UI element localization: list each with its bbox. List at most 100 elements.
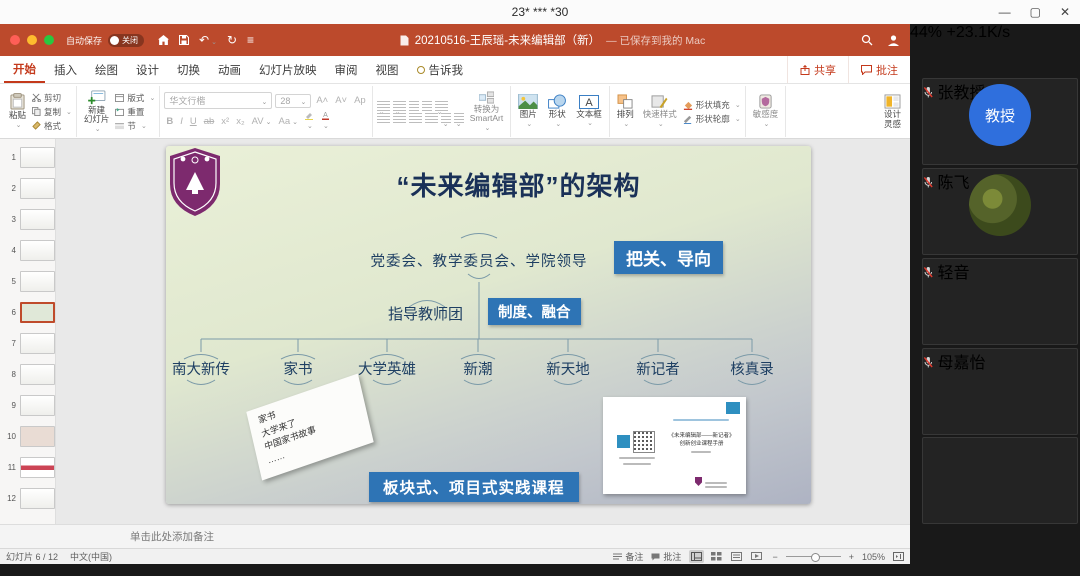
slide-thumbnail-image[interactable] xyxy=(20,364,55,385)
slide-thumbnail[interactable]: 10 xyxy=(0,421,55,452)
redo-icon[interactable]: ↻ xyxy=(227,33,237,47)
change-case-button[interactable]: Aa xyxy=(277,116,301,127)
zoom-in-button[interactable]: + xyxy=(849,552,854,562)
slide-thumbnail-image[interactable] xyxy=(20,240,55,261)
ribbon-tab[interactable]: 视图 xyxy=(367,56,408,83)
participant-tile[interactable]: 陈飞 xyxy=(922,168,1078,255)
notes-toggle-button[interactable]: 备注 xyxy=(613,550,643,563)
section-button[interactable]: 节 xyxy=(115,120,155,132)
strikethrough-button[interactable]: ab xyxy=(202,116,217,127)
normal-view-button[interactable] xyxy=(689,550,704,563)
ribbon-tab[interactable]: 设计 xyxy=(127,56,168,83)
slide-thumbnail-image[interactable] xyxy=(20,271,55,292)
slide-thumbnail-image[interactable] xyxy=(20,302,55,323)
paste-button[interactable]: 粘贴 xyxy=(6,93,29,129)
search-icon[interactable] xyxy=(861,34,873,46)
columns-button[interactable] xyxy=(441,113,451,123)
undo-icon[interactable]: ↶ xyxy=(199,33,217,47)
textbox-button[interactable]: A 文本框 xyxy=(573,95,605,128)
comments-toggle-button[interactable]: 批注 xyxy=(651,550,681,563)
slide-thumbnail-image[interactable] xyxy=(20,333,55,354)
underline-button[interactable]: U xyxy=(188,116,199,127)
close-button[interactable]: ✕ xyxy=(1060,5,1070,19)
numbering-button[interactable] xyxy=(393,101,406,111)
slide-thumbnail-panel[interactable]: 1 2 3 4 xyxy=(0,139,56,524)
slide-thumbnail[interactable]: 8 xyxy=(0,359,55,390)
ribbon-tab[interactable]: 插入 xyxy=(45,56,86,83)
subscript-button[interactable]: x₂ xyxy=(234,116,246,127)
quick-styles-button[interactable]: 快速样式 xyxy=(640,94,680,128)
minimize-button[interactable]: — xyxy=(999,5,1011,19)
text-direction-button[interactable] xyxy=(454,113,464,123)
autosave-toggle[interactable]: 关闭 xyxy=(108,34,144,47)
reset-button[interactable]: 重置 xyxy=(115,106,155,118)
zoom-slider[interactable] xyxy=(786,556,841,557)
slide-sorter-view-button[interactable] xyxy=(709,550,724,563)
character-spacing-button[interactable]: AV xyxy=(250,116,274,127)
shape-fill-button[interactable]: 形状填充 xyxy=(683,99,741,111)
ribbon-tab[interactable]: 审阅 xyxy=(326,56,367,83)
slide-thumbnail[interactable]: 11 xyxy=(0,452,55,483)
bullets-button[interactable] xyxy=(377,101,390,111)
share-button[interactable]: 共享 xyxy=(787,56,848,83)
slide-thumbnail-image[interactable] xyxy=(20,178,55,199)
format-painter-button[interactable]: 格式 xyxy=(32,120,72,132)
ribbon-tab[interactable]: 切换 xyxy=(168,56,209,83)
sensitivity-button[interactable]: 敏感度 xyxy=(750,94,782,128)
slide-thumbnail-image[interactable] xyxy=(20,147,55,168)
slide-thumbnail[interactable]: 4 xyxy=(0,235,55,266)
line-spacing-button[interactable] xyxy=(435,101,448,111)
align-center-button[interactable] xyxy=(393,113,406,123)
slide-thumbnail-image[interactable] xyxy=(20,426,55,447)
slide-thumbnail[interactable]: 1 xyxy=(0,142,55,173)
ribbon-tab[interactable]: 幻灯片放映 xyxy=(250,56,326,83)
new-slide-button[interactable]: 新建幻灯片 xyxy=(81,90,113,133)
layout-button[interactable]: 版式 xyxy=(115,92,155,104)
align-left-button[interactable] xyxy=(377,113,390,123)
mac-traffic-lights[interactable] xyxy=(10,35,54,45)
qat-customize-icon[interactable]: ≡ xyxy=(247,33,254,47)
slide-thumbnail-image[interactable] xyxy=(20,457,55,478)
decrease-indent-button[interactable] xyxy=(409,101,419,111)
highlight-color-button[interactable] xyxy=(303,111,316,131)
ribbon-tab[interactable]: 动画 xyxy=(209,56,250,83)
participant-tile[interactable] xyxy=(922,437,1078,524)
shapes-button[interactable]: 形状 xyxy=(544,94,570,128)
account-avatar-icon[interactable] xyxy=(887,34,900,47)
ribbon-tab[interactable]: 绘图 xyxy=(86,56,127,83)
slide-thumbnail-image[interactable] xyxy=(20,209,55,230)
zoom-out-button[interactable]: − xyxy=(772,552,777,562)
cut-button[interactable]: 剪切 xyxy=(32,92,72,104)
increase-indent-button[interactable] xyxy=(422,101,432,111)
clear-formatting-button[interactable]: Ap xyxy=(352,95,368,106)
arrange-button[interactable]: 排列 xyxy=(614,94,637,128)
participant-tile[interactable]: 轻音 xyxy=(922,258,1078,345)
notes-pane[interactable]: 单击此处添加备注 xyxy=(0,524,910,548)
grow-font-button[interactable]: A˄ xyxy=(314,95,330,106)
picture-button[interactable]: 图片 xyxy=(515,94,541,128)
participant-tile[interactable]: 母嘉怡 xyxy=(922,348,1078,435)
shrink-font-button[interactable]: A˅ xyxy=(333,95,349,106)
slide-thumbnail[interactable]: 3 xyxy=(0,204,55,235)
fit-to-window-icon[interactable] xyxy=(893,552,904,561)
home-icon[interactable] xyxy=(158,35,169,45)
bold-button[interactable]: B xyxy=(164,116,175,127)
slide-thumbnail-image[interactable] xyxy=(20,395,55,416)
slide-thumbnail[interactable]: 2 xyxy=(0,173,55,204)
justify-button[interactable] xyxy=(425,113,438,123)
font-name-select[interactable]: 华文行楷 xyxy=(164,92,272,109)
ribbon-tab[interactable]: 开始 xyxy=(4,56,45,83)
zoom-level[interactable]: 105% xyxy=(862,552,885,562)
maximize-button[interactable]: ▢ xyxy=(1030,5,1041,19)
superscript-button[interactable]: x² xyxy=(219,116,231,127)
copy-button[interactable]: 复制 xyxy=(32,106,72,118)
slide-thumbnail[interactable]: 5 xyxy=(0,266,55,297)
slide-thumbnail[interactable]: 7 xyxy=(0,328,55,359)
font-size-select[interactable]: 28 xyxy=(275,94,311,108)
shape-outline-button[interactable]: 形状轮廓 xyxy=(683,113,741,125)
ribbon-tab[interactable]: 告诉我 xyxy=(408,56,473,83)
participant-tile[interactable]: 教授 张教授 xyxy=(922,78,1078,165)
slideshow-view-button[interactable] xyxy=(749,550,764,563)
save-icon[interactable] xyxy=(179,35,189,45)
language-indicator[interactable]: 中文(中国) xyxy=(70,550,112,563)
